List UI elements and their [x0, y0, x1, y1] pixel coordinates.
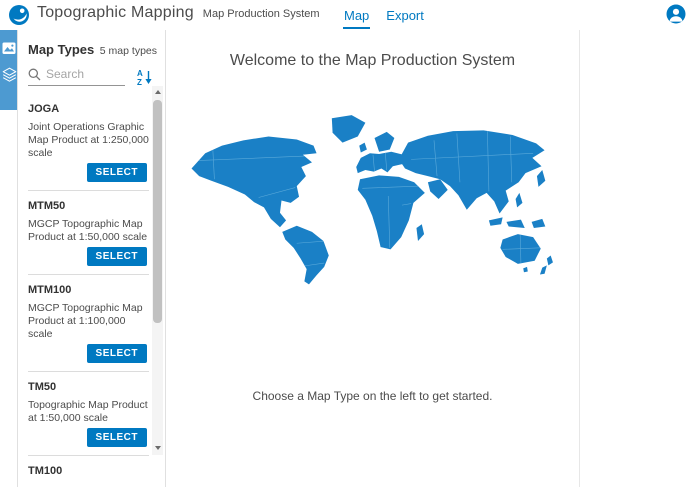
panel-header: Map Types 5 map types [18, 30, 165, 57]
instruction-text: Choose a Map Type on the left to get sta… [166, 389, 579, 403]
right-gutter [580, 30, 699, 487]
map-type-item: JOGA Joint Operations Graphic Map Produc… [28, 94, 149, 190]
search-box [28, 67, 125, 86]
welcome-heading: Welcome to the Map Production System [166, 52, 579, 70]
map-type-description: MGCP Topographic Map Product at 1:50,000… [28, 218, 149, 244]
map-type-name: MTM50 [28, 200, 149, 212]
search-icon [28, 68, 41, 81]
app-subtitle: Map Production System [203, 8, 320, 20]
select-button[interactable]: SELECT [87, 344, 147, 363]
map-types-panel: Map Types 5 map types A Z [18, 30, 166, 487]
map-type-item: MTM50 MGCP Topographic Map Product at 1:… [28, 190, 149, 274]
select-button[interactable]: SELECT [87, 247, 147, 266]
map-tool-icon [2, 42, 16, 55]
map-type-count: 5 map types [100, 45, 157, 57]
map-type-item: MTM100 MGCP Topographic Map Product at 1… [28, 274, 149, 371]
layers-icon [2, 67, 17, 82]
map-type-item: TM50 Topographic Map Product at 1:50,000… [28, 371, 149, 455]
scroll-down-icon[interactable] [155, 446, 161, 450]
tool-rail [0, 30, 18, 487]
svg-text:A: A [137, 69, 143, 78]
map-type-list: JOGA Joint Operations Graphic Map Produc… [18, 94, 165, 484]
search-input[interactable] [46, 67, 106, 81]
header-tabs: Map Export [344, 0, 424, 30]
search-row: A Z [28, 67, 153, 86]
select-button[interactable]: SELECT [87, 163, 147, 182]
world-map [182, 106, 564, 289]
map-type-description: MGCP Topographic Map Product at 1:100,00… [28, 302, 149, 341]
app-logo-icon [8, 4, 30, 26]
sidebar-scrollbar[interactable] [152, 86, 163, 455]
main-panel: Welcome to the Map Production System [166, 30, 580, 487]
map-type-description: Topographic Map Product at 1:50,000 scal… [28, 399, 149, 425]
scroll-up-icon[interactable] [155, 90, 161, 94]
map-type-name: TM50 [28, 381, 149, 393]
layers-tool-button[interactable] [0, 61, 18, 87]
app-window: Topographic Mapping Map Production Syste… [0, 0, 699, 487]
sort-az-icon[interactable]: A Z [135, 68, 153, 86]
tool-rail-active-group [0, 30, 17, 110]
app-title: Topographic Mapping [37, 4, 194, 22]
app-header: Topographic Mapping Map Production Syste… [0, 0, 699, 30]
map-types-tool-button[interactable] [0, 35, 18, 61]
app-body: Map Types 5 map types A Z [0, 30, 699, 487]
brand: Topographic Mapping Map Production Syste… [8, 4, 320, 26]
select-button[interactable]: SELECT [87, 428, 147, 447]
map-type-name: JOGA [28, 103, 149, 115]
panel-title: Map Types [28, 42, 94, 57]
map-type-description: Joint Operations Graphic Map Product at … [28, 121, 149, 160]
tab-map[interactable]: Map [344, 8, 369, 23]
tab-export[interactable]: Export [386, 8, 424, 23]
map-type-item: TM100 [28, 455, 149, 484]
map-type-name: TM100 [28, 465, 149, 477]
scrollbar-thumb[interactable] [153, 100, 162, 323]
svg-text:Z: Z [137, 78, 142, 86]
user-avatar-button[interactable] [666, 4, 686, 24]
map-type-name: MTM100 [28, 284, 149, 296]
